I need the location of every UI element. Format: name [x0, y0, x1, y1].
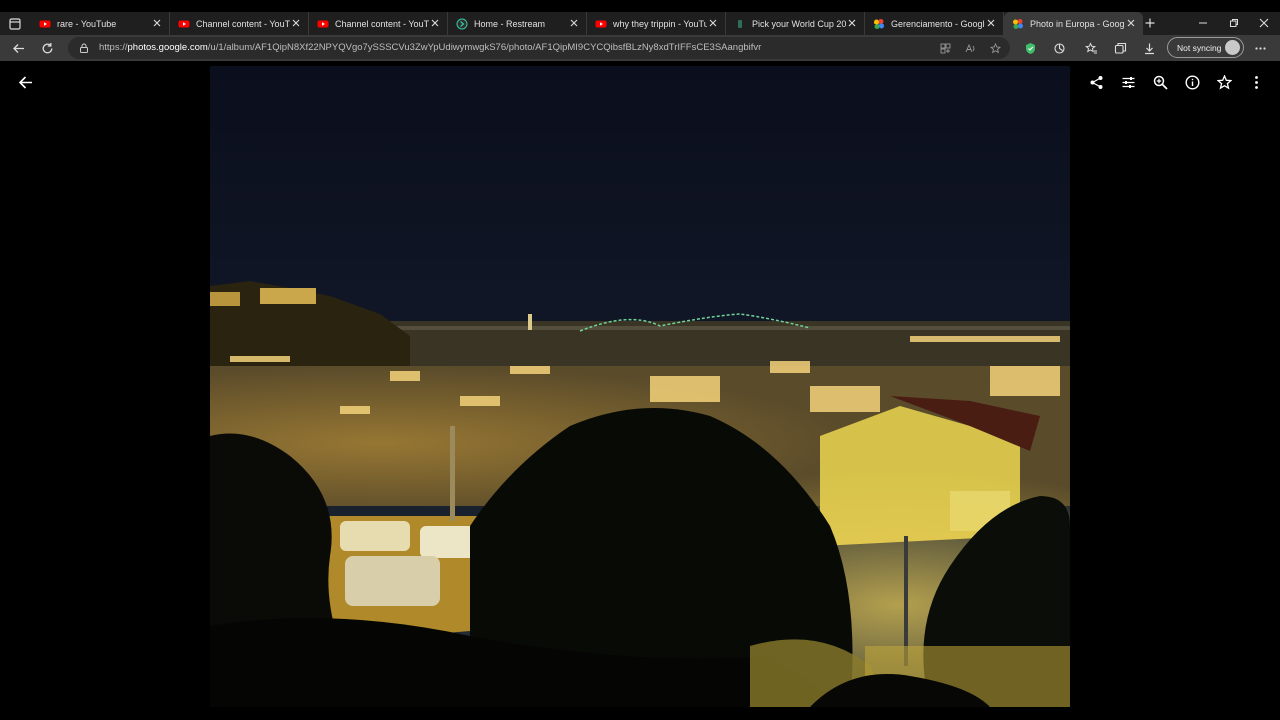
lock-icon[interactable]	[78, 42, 90, 54]
tab-8-active[interactable]: Photo in Europa - Google Photos	[1004, 12, 1143, 35]
tab-1[interactable]: rare - YouTube	[31, 12, 170, 35]
tab-title: Home - Restream	[474, 18, 546, 29]
avatar	[1225, 40, 1240, 55]
favorites-icon[interactable]	[1082, 39, 1100, 57]
photo-actions	[1085, 71, 1267, 93]
tab-actions-icon[interactable]	[6, 15, 24, 33]
browser-toolbar: https://photos.google.com/u/1/album/AF1Q…	[0, 35, 1280, 61]
tab-close-icon[interactable]	[846, 17, 858, 29]
profile-label: Not syncing	[1177, 42, 1222, 53]
photo-image[interactable]	[210, 66, 1070, 707]
more-icon[interactable]	[1245, 71, 1267, 93]
tab-list: rare - YouTube Channel content - YouTube…	[31, 12, 1143, 35]
tab-title: Gerenciamento - Google Photos	[891, 18, 985, 29]
site-icon	[734, 18, 746, 30]
tab-6[interactable]: Pick your World Cup 2022	[726, 12, 865, 35]
youtube-icon	[317, 18, 329, 30]
collections-icon[interactable]	[1111, 39, 1129, 57]
edit-icon[interactable]	[1117, 71, 1139, 93]
tab-close-icon[interactable]	[707, 17, 719, 29]
zoom-icon[interactable]	[1149, 71, 1171, 93]
tab-strip: rare - YouTube Channel content - YouTube…	[0, 12, 1280, 35]
tab-2[interactable]: Channel content - YouTube Studio	[170, 12, 309, 35]
youtube-icon	[39, 18, 51, 30]
add-favorite-icon[interactable]	[988, 41, 1002, 55]
read-aloud-icon[interactable]	[963, 41, 977, 55]
tab-title: Channel content - YouTube Studio	[196, 18, 290, 29]
tab-title: rare - YouTube	[57, 18, 117, 29]
photo-viewer	[0, 61, 1280, 720]
tab-3[interactable]: Channel content - YouTube Studio	[309, 12, 448, 35]
info-icon[interactable]	[1181, 71, 1203, 93]
extension-shield-icon[interactable]	[1021, 39, 1039, 57]
tab-title: Photo in Europa - Google Photos	[1030, 18, 1124, 29]
tab-7[interactable]: Gerenciamento - Google Photos	[865, 12, 1004, 35]
tab-close-icon[interactable]	[1125, 17, 1137, 29]
tab-close-icon[interactable]	[429, 17, 441, 29]
tab-title: Channel content - YouTube Studio	[335, 18, 429, 29]
tab-title: Pick your World Cup 2022	[752, 18, 846, 29]
google-photos-icon	[873, 18, 885, 30]
url-path: /u/1/album/AF1QipN8Xf22NPYQVgo7ySSSCVu3Z…	[207, 42, 762, 53]
tab-5[interactable]: why they trippin - YouTube	[587, 12, 726, 35]
tab-close-icon[interactable]	[151, 17, 163, 29]
new-tab-icon[interactable]	[1142, 15, 1158, 31]
youtube-icon	[178, 18, 190, 30]
minimize-icon[interactable]	[1195, 15, 1211, 31]
app-available-icon[interactable]	[938, 41, 952, 55]
night-city-photo	[210, 66, 1070, 707]
favorite-icon[interactable]	[1213, 71, 1235, 93]
url-scheme: https://	[99, 42, 128, 53]
profile-not-syncing-button[interactable]: Not syncing	[1167, 37, 1244, 58]
tab-close-icon[interactable]	[290, 17, 302, 29]
back-icon[interactable]	[9, 39, 27, 57]
extension-icon[interactable]	[1050, 39, 1068, 57]
close-window-icon[interactable]	[1256, 15, 1272, 31]
restore-icon[interactable]	[1226, 15, 1242, 31]
tab-4[interactable]: Home - Restream	[448, 12, 587, 35]
url-host: photos.google.com	[127, 42, 208, 53]
tab-title: why they trippin - YouTube	[613, 18, 707, 29]
downloads-icon[interactable]	[1140, 39, 1158, 57]
youtube-icon	[595, 18, 607, 30]
google-photos-icon	[1012, 18, 1024, 30]
address-bar[interactable]: https://photos.google.com/u/1/album/AF1Q…	[68, 37, 1010, 59]
reload-icon[interactable]	[38, 39, 56, 57]
settings-more-icon[interactable]	[1251, 39, 1269, 57]
restream-icon	[456, 18, 468, 30]
tab-close-icon[interactable]	[985, 17, 997, 29]
back-arrow-icon[interactable]	[14, 71, 36, 93]
tab-close-icon[interactable]	[568, 17, 580, 29]
url-text: https://photos.google.com/u/1/album/AF1Q…	[99, 42, 761, 53]
share-icon[interactable]	[1085, 71, 1107, 93]
